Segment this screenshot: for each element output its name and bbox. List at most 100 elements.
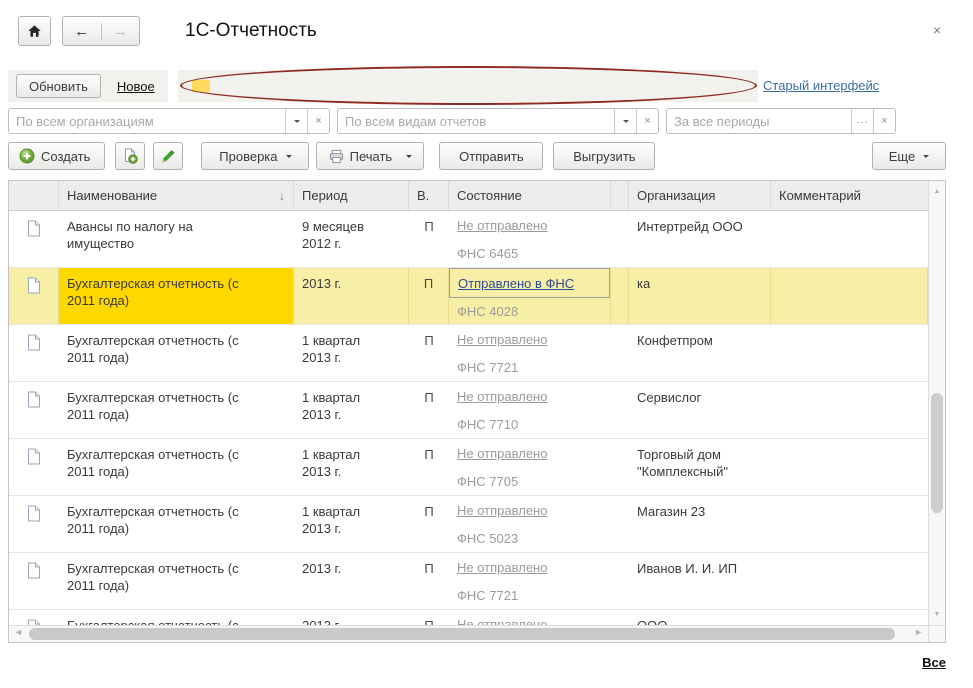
table-row[interactable]: Бухгалтерская отчетность (с 2011 года) 1…: [9, 496, 928, 553]
report-vid: П: [409, 382, 449, 438]
period-filter-input[interactable]: [667, 109, 851, 133]
spacer-cell: [611, 211, 629, 267]
table-row[interactable]: Бухгалтерская отчетность (с 2011 года) 1…: [9, 325, 928, 382]
report-type-filter: ×: [337, 108, 659, 134]
spacer-cell: [611, 382, 629, 438]
report-name: Бухгалтерская отчетность (с 2011 года): [59, 553, 294, 609]
table-body: Авансы по налогу на имущество 9 месяцев …: [9, 211, 928, 625]
table-row[interactable]: Бухгалтерская отчетность (с 2011 года) 2…: [9, 268, 928, 325]
status-link[interactable]: Не отправлено: [457, 445, 547, 462]
forward-button[interactable]: →: [101, 23, 140, 40]
report-name: Авансы по налогу на имущество: [59, 211, 294, 267]
new-link[interactable]: Новое: [117, 79, 155, 94]
export-button[interactable]: Выгрузить: [553, 142, 655, 170]
fns-code: ФНС 5023: [449, 525, 611, 547]
scroll-up-icon[interactable]: ▲: [929, 188, 945, 195]
report-comment: [771, 268, 928, 324]
home-button[interactable]: [18, 16, 51, 46]
table-row[interactable]: Бухгалтерская отчетность (с 2011 года) 1…: [9, 382, 928, 439]
back-button[interactable]: ←: [63, 23, 101, 40]
report-organization: Конфетпром: [629, 325, 771, 381]
footer-links: Все: [8, 655, 946, 670]
tab-reports[interactable]: [192, 80, 210, 92]
report-vid: П: [409, 496, 449, 552]
column-header-organization[interactable]: Организация: [629, 181, 771, 210]
column-header-status[interactable]: Состояние: [449, 181, 611, 210]
send-button[interactable]: Отправить: [439, 142, 543, 170]
report-type-filter-clear-icon[interactable]: ×: [636, 109, 658, 133]
history-nav: ← →: [62, 16, 140, 46]
report-type-filter-input[interactable]: [338, 109, 614, 133]
horizontal-scrollbar[interactable]: ◄ ►: [9, 625, 928, 642]
scroll-right-icon[interactable]: ►: [914, 627, 923, 637]
organization-filter-input[interactable]: [9, 109, 285, 133]
report-comment: [771, 325, 928, 381]
report-comment: [771, 439, 928, 495]
vertical-scrollbar[interactable]: ▲ ▼: [928, 181, 945, 625]
report-type-filter-dropdown-icon[interactable]: [614, 109, 636, 133]
close-icon[interactable]: ×: [933, 22, 941, 38]
status-link[interactable]: Не отправлено: [457, 616, 547, 625]
column-header-icon[interactable]: [9, 181, 59, 210]
fns-code: ФНС 7705: [449, 468, 611, 490]
column-header-vid[interactable]: В.: [409, 181, 449, 210]
scroll-down-icon[interactable]: ▼: [929, 611, 945, 618]
vertical-scroll-thumb[interactable]: [931, 393, 943, 513]
dropdown-caret-icon: [923, 155, 929, 161]
period-filter-clear-icon[interactable]: ×: [873, 109, 895, 133]
report-name: Бухгалтерская отчетность (с 2011 года): [59, 610, 294, 625]
dropdown-caret-icon: [406, 155, 412, 161]
report-vid: П: [409, 439, 449, 495]
refresh-button[interactable]: Обновить: [16, 74, 101, 98]
fns-code: ФНС 4028: [449, 298, 610, 320]
footer-all-link[interactable]: Все: [922, 655, 946, 670]
printer-icon: [329, 149, 344, 164]
table-row[interactable]: Авансы по налогу на имущество 9 месяцев …: [9, 211, 928, 268]
status-link[interactable]: Отправлено в ФНС: [458, 275, 574, 292]
check-button[interactable]: Проверка: [201, 142, 309, 170]
scrollbar-corner: [928, 625, 945, 642]
status-link[interactable]: Не отправлено: [457, 217, 547, 234]
organization-filter-dropdown-icon[interactable]: [285, 109, 307, 133]
report-vid: П: [409, 211, 449, 267]
report-period: 1 квартал 2013 г.: [294, 325, 409, 381]
column-header-period[interactable]: Период: [294, 181, 409, 210]
report-comment: [771, 553, 928, 609]
report-document-icon: [27, 391, 41, 408]
report-name: Бухгалтерская отчетность (с 2011 года): [59, 382, 294, 438]
more-button[interactable]: Еще: [872, 142, 946, 170]
report-organization: ООО: [629, 610, 771, 625]
status-link[interactable]: Не отправлено: [457, 559, 547, 576]
status-link[interactable]: Не отправлено: [457, 388, 547, 405]
report-document-icon: [27, 277, 41, 294]
pencil-icon: [160, 148, 176, 164]
table-row[interactable]: Бухгалтерская отчетность (с 2011 года) 2…: [9, 610, 928, 625]
report-organization: Интертрейд ООО: [629, 211, 771, 267]
horizontal-scroll-thumb[interactable]: [29, 628, 895, 640]
column-header-spacer: [611, 181, 629, 210]
report-document-icon: [27, 505, 41, 522]
report-comment: [771, 211, 928, 267]
old-interface-link[interactable]: Старый интерфейс: [763, 78, 879, 93]
status-link[interactable]: Не отправлено: [457, 331, 547, 348]
status-link[interactable]: Не отправлено: [457, 502, 547, 519]
copy-button[interactable]: [115, 142, 145, 170]
scroll-left-icon[interactable]: ◄: [14, 627, 23, 637]
organization-filter-clear-icon[interactable]: ×: [307, 109, 329, 133]
fns-code: ФНС 6465: [449, 240, 611, 262]
period-filter-picker-icon[interactable]: ...: [851, 109, 873, 133]
report-comment: [771, 496, 928, 552]
print-button[interactable]: Печать: [316, 142, 424, 170]
filter-bar: × × ... ×: [8, 108, 896, 134]
edit-button[interactable]: [153, 142, 183, 170]
report-organization: ка: [629, 268, 771, 324]
report-period: 2013 г.: [294, 268, 409, 324]
table-row[interactable]: Бухгалтерская отчетность (с 2011 года) 1…: [9, 439, 928, 496]
dropdown-caret-icon: [286, 155, 292, 161]
column-header-comment[interactable]: Комментарий: [771, 181, 928, 210]
report-organization: Торговый дом "Комплексный": [629, 439, 771, 495]
report-vid: П: [409, 325, 449, 381]
create-button[interactable]: Создать: [8, 142, 105, 170]
table-row[interactable]: Бухгалтерская отчетность (с 2011 года) 2…: [9, 553, 928, 610]
column-header-name[interactable]: Наименование ↓: [59, 181, 294, 210]
